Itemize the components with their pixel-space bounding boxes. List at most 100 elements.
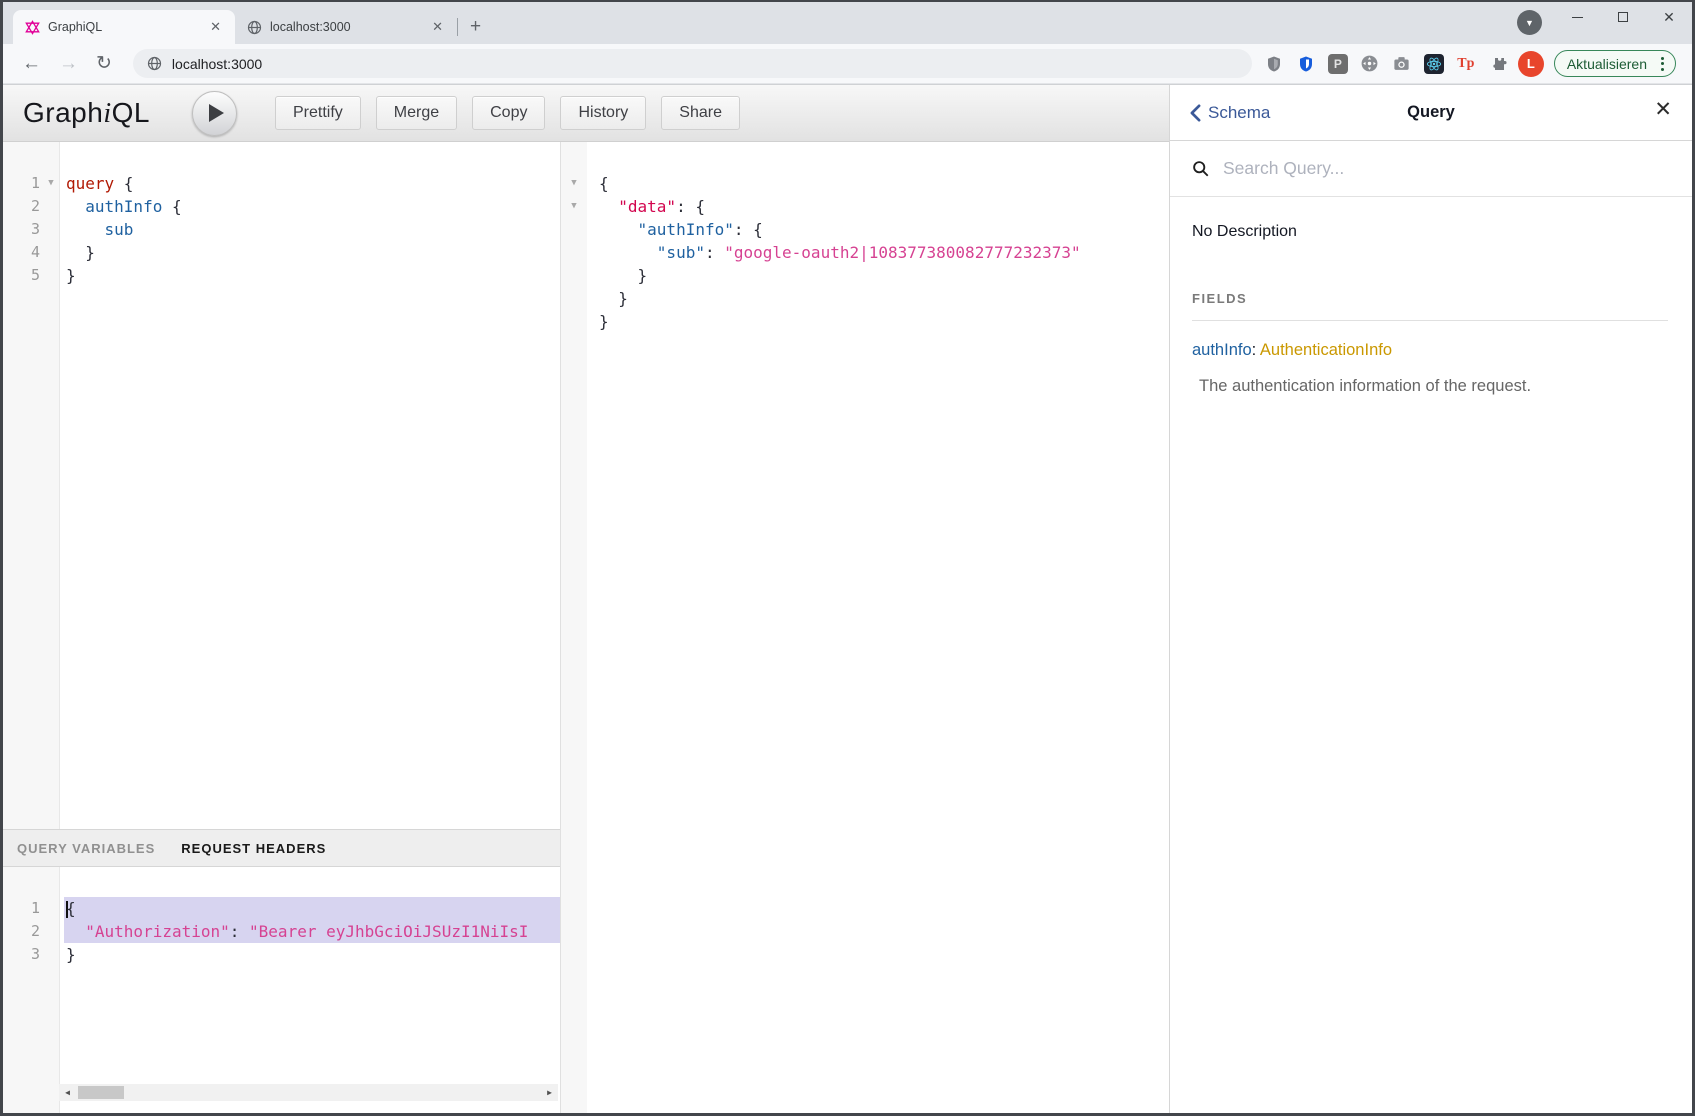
gutter-row: 4 bbox=[3, 241, 59, 264]
fold-gutter: ▼▼ bbox=[561, 142, 587, 1114]
execute-query-button[interactable] bbox=[192, 91, 237, 136]
code-token bbox=[66, 922, 85, 941]
bitwarden-icon[interactable] bbox=[1296, 54, 1316, 74]
field-name-link[interactable]: authInfo bbox=[1192, 341, 1252, 359]
code-line: } bbox=[64, 264, 560, 287]
back-icon[interactable]: ← bbox=[13, 53, 50, 75]
download-indicator-icon[interactable]: ▼ bbox=[1517, 10, 1542, 35]
browser-window: GraphiQL ✕ localhost:3000 ✕ + ▼ ✕ ← → ↻ bbox=[0, 0, 1695, 1116]
tab-query-variables[interactable]: QUERY VARIABLES bbox=[17, 841, 155, 856]
field-type-link[interactable]: AuthenticationInfo bbox=[1260, 341, 1392, 359]
docs-close-icon[interactable]: ✕ bbox=[1654, 99, 1672, 120]
scrollbar-track[interactable] bbox=[76, 1084, 541, 1101]
code-line: sub bbox=[64, 218, 560, 241]
code-token: : bbox=[705, 243, 724, 262]
gutter-row: 2 bbox=[3, 920, 59, 943]
code-line: { bbox=[64, 897, 560, 920]
copy-button[interactable]: Copy bbox=[472, 96, 545, 130]
docs-search-input[interactable] bbox=[1221, 157, 1670, 180]
fold-arrow-icon[interactable]: ▼ bbox=[561, 195, 587, 218]
code-line: "data": { bbox=[597, 195, 1169, 218]
code-token: } bbox=[599, 266, 647, 285]
code-line: } bbox=[64, 241, 560, 264]
tab-close-icon[interactable]: ✕ bbox=[428, 17, 447, 37]
field-description: The authentication information of the re… bbox=[1199, 377, 1670, 396]
code-token: "Authorization" bbox=[85, 922, 230, 941]
maximize-icon bbox=[1618, 12, 1628, 22]
profile-avatar[interactable]: L bbox=[1518, 51, 1544, 77]
gutter-row: 1▼ bbox=[3, 172, 59, 195]
code-token: : { bbox=[734, 220, 763, 239]
query-editor[interactable]: 1▼2345 query { authInfo { sub }} bbox=[3, 142, 560, 829]
browser-toolbar: ← → ↻ localhost:3000 P bbox=[3, 44, 1692, 84]
tab-close-icon[interactable]: ✕ bbox=[206, 17, 225, 37]
code-line: { bbox=[597, 172, 1169, 195]
headers-code[interactable]: { "Authorization": "Bearer eyJhbGciOiJSU… bbox=[60, 867, 560, 1114]
code-token: } bbox=[66, 266, 76, 285]
extension-p-icon[interactable]: P bbox=[1328, 54, 1348, 74]
fold-arrow-icon[interactable]: ▼ bbox=[43, 172, 59, 195]
graphql-logo-icon bbox=[25, 20, 40, 35]
tab-title: GraphiQL bbox=[48, 20, 206, 34]
code-line: "sub": "google-oauth2|108377380082777232… bbox=[597, 241, 1169, 264]
result-json: { "data": { "authInfo": { "sub": "google… bbox=[587, 142, 1169, 1114]
code-line: "authInfo": { bbox=[597, 218, 1169, 241]
graphiql-topbar: GraphiQL Prettify Merge Copy History Sha… bbox=[3, 85, 1169, 142]
code-line: } bbox=[597, 287, 1169, 310]
tab-graphiql[interactable]: GraphiQL ✕ bbox=[13, 10, 235, 44]
ublock-origin-icon[interactable] bbox=[1264, 54, 1284, 74]
type-description: No Description bbox=[1192, 223, 1670, 241]
extensions-puzzle-icon[interactable] bbox=[1488, 54, 1508, 74]
react-devtools-icon[interactable] bbox=[1424, 54, 1444, 74]
forward-icon[interactable]: → bbox=[50, 53, 87, 75]
crosshair-icon[interactable] bbox=[1360, 54, 1380, 74]
site-info-globe-icon[interactable] bbox=[147, 56, 162, 71]
close-window-button[interactable]: ✕ bbox=[1646, 2, 1692, 32]
code-line: } bbox=[64, 943, 560, 966]
minimize-button[interactable] bbox=[1554, 2, 1600, 32]
reload-icon[interactable]: ↻ bbox=[87, 52, 121, 75]
code-token bbox=[599, 220, 638, 239]
code-token: { bbox=[114, 174, 133, 193]
line-number: 1 bbox=[3, 172, 43, 195]
graphiql-logo: GraphiQL bbox=[23, 97, 150, 130]
code-token: } bbox=[599, 289, 628, 308]
tab-request-headers[interactable]: REQUEST HEADERS bbox=[181, 841, 326, 856]
line-number-gutter: 123 bbox=[3, 867, 60, 1114]
close-icon: ✕ bbox=[1663, 9, 1675, 26]
merge-button[interactable]: Merge bbox=[376, 96, 457, 130]
request-headers-editor[interactable]: 123 { "Authorization": "Bearer eyJhbGciO… bbox=[3, 867, 560, 1114]
gutter-row: 2 bbox=[3, 195, 59, 218]
code-token: sub bbox=[105, 220, 134, 239]
query-code[interactable]: query { authInfo { sub }} bbox=[60, 142, 560, 829]
prettify-button[interactable]: Prettify bbox=[275, 96, 361, 130]
code-token: { bbox=[66, 899, 76, 918]
history-button[interactable]: History bbox=[560, 96, 646, 130]
graphiql-app: GraphiQL Prettify Merge Copy History Sha… bbox=[3, 84, 1692, 1113]
tp-extension-icon[interactable]: Tp bbox=[1456, 54, 1476, 74]
address-bar[interactable]: localhost:3000 bbox=[133, 49, 1252, 78]
share-button[interactable]: Share bbox=[661, 96, 740, 130]
variable-editor-tabbar: QUERY VARIABLES REQUEST HEADERS bbox=[3, 829, 560, 867]
scroll-left-arrow-icon[interactable]: ◀ bbox=[59, 1084, 76, 1101]
maximize-button[interactable] bbox=[1600, 2, 1646, 32]
url-text: localhost:3000 bbox=[172, 56, 262, 72]
code-line: authInfo { bbox=[64, 195, 560, 218]
new-tab-button[interactable]: + bbox=[458, 10, 493, 44]
tp-letters: Tp bbox=[1457, 56, 1474, 72]
gutter-row bbox=[561, 310, 587, 333]
tab-localhost[interactable]: localhost:3000 ✕ bbox=[235, 10, 457, 44]
tab-title: localhost:3000 bbox=[270, 20, 428, 34]
docs-search-row bbox=[1170, 141, 1692, 197]
code-token: "google-oauth2|108377380082777232373" bbox=[724, 243, 1080, 262]
gutter-row: 3 bbox=[3, 218, 59, 241]
horizontal-scrollbar[interactable]: ◀ ▶ bbox=[59, 1084, 558, 1101]
menu-dots-icon[interactable] bbox=[1656, 57, 1669, 71]
extension-icons: P Tp bbox=[1264, 54, 1508, 74]
scroll-right-arrow-icon[interactable]: ▶ bbox=[541, 1084, 558, 1101]
update-browser-button[interactable]: Aktualisieren bbox=[1554, 50, 1676, 77]
camera-icon[interactable] bbox=[1392, 54, 1412, 74]
update-label: Aktualisieren bbox=[1567, 56, 1647, 72]
fold-arrow-icon[interactable]: ▼ bbox=[561, 172, 587, 195]
scrollbar-thumb[interactable] bbox=[78, 1086, 124, 1099]
